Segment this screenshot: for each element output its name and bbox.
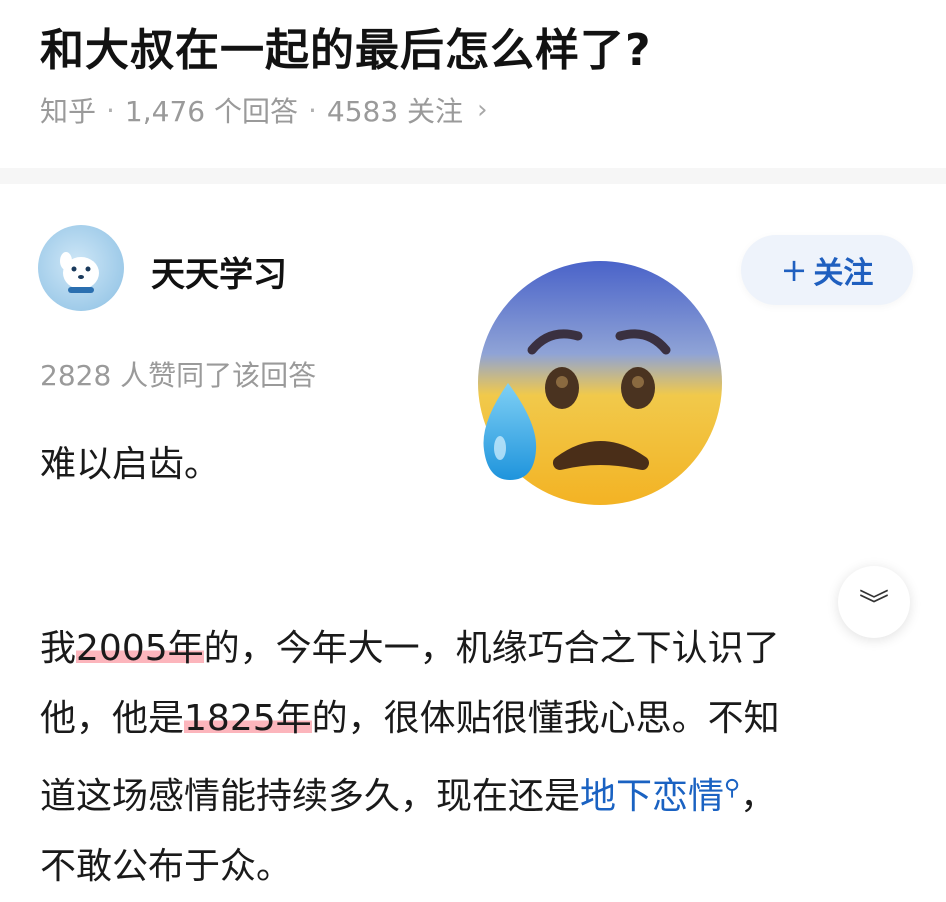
follower-count: 4583 关注 xyxy=(326,95,464,128)
answer-line: 不敢公布于众。 xyxy=(40,846,293,887)
text-span: 的，很体贴很懂我心思。不知 xyxy=(311,698,780,739)
text-span: 道这场感情能持续多久，现在还是 xyxy=(40,776,581,817)
search-link[interactable]: 地下恋情⚲ xyxy=(580,776,740,817)
question-meta[interactable]: 知乎 · 1,476 个回答 · 4583 关注 › xyxy=(40,90,487,130)
text-span: 我 xyxy=(40,628,77,669)
source-label: 知乎 xyxy=(40,95,97,128)
search-icon: ⚲ xyxy=(724,776,741,801)
follow-label: 关注 xyxy=(813,256,874,291)
answer-line: 道这场感情能持续多久，现在还是地下恋情⚲， xyxy=(40,754,900,832)
answer-paragraph: 难以启齿。 xyxy=(40,444,221,485)
meta-separator: · xyxy=(106,93,115,127)
text-span: ， xyxy=(740,776,777,817)
highlight-year: 2005年 xyxy=(76,628,204,669)
section-divider xyxy=(0,168,946,184)
question-header: 和大叔在一起的最后怎么样了? 知乎 · 1,476 个回答 · 4583 关注 … xyxy=(0,0,946,160)
dog-avatar-icon xyxy=(60,252,99,293)
follow-button[interactable]: + 关注 xyxy=(741,235,913,305)
highlight-year: 1825年 xyxy=(184,698,312,739)
anxious-face-with-sweat-emoji-icon xyxy=(478,261,722,505)
chevron-right-icon: › xyxy=(477,95,488,125)
meta-separator: · xyxy=(307,93,317,127)
text-span: 的，今年大一，机缘巧合之下认识了 xyxy=(203,628,780,669)
answer-line: 他，他是1825年的，很体贴很懂我心思。不知 xyxy=(40,684,900,754)
answer-body: 我2005年的，今年大一，机缘巧合之下认识了 他，他是1825年的，很体贴很懂我… xyxy=(40,614,900,902)
answer-line: 我2005年的，今年大一，机缘巧合之下认识了 xyxy=(40,614,900,684)
vote-count: 2828 人赞同了该回答 xyxy=(40,359,317,392)
text-span: 他，他是 xyxy=(40,698,185,739)
author-name[interactable]: 天天学习 xyxy=(151,247,287,296)
answer-count: 1,476 个回答 xyxy=(124,95,298,128)
plus-icon: + xyxy=(780,251,808,289)
question-title[interactable]: 和大叔在一起的最后怎么样了? xyxy=(40,14,652,78)
search-link-label: 地下恋情 xyxy=(580,776,725,817)
avatar[interactable] xyxy=(38,225,124,311)
